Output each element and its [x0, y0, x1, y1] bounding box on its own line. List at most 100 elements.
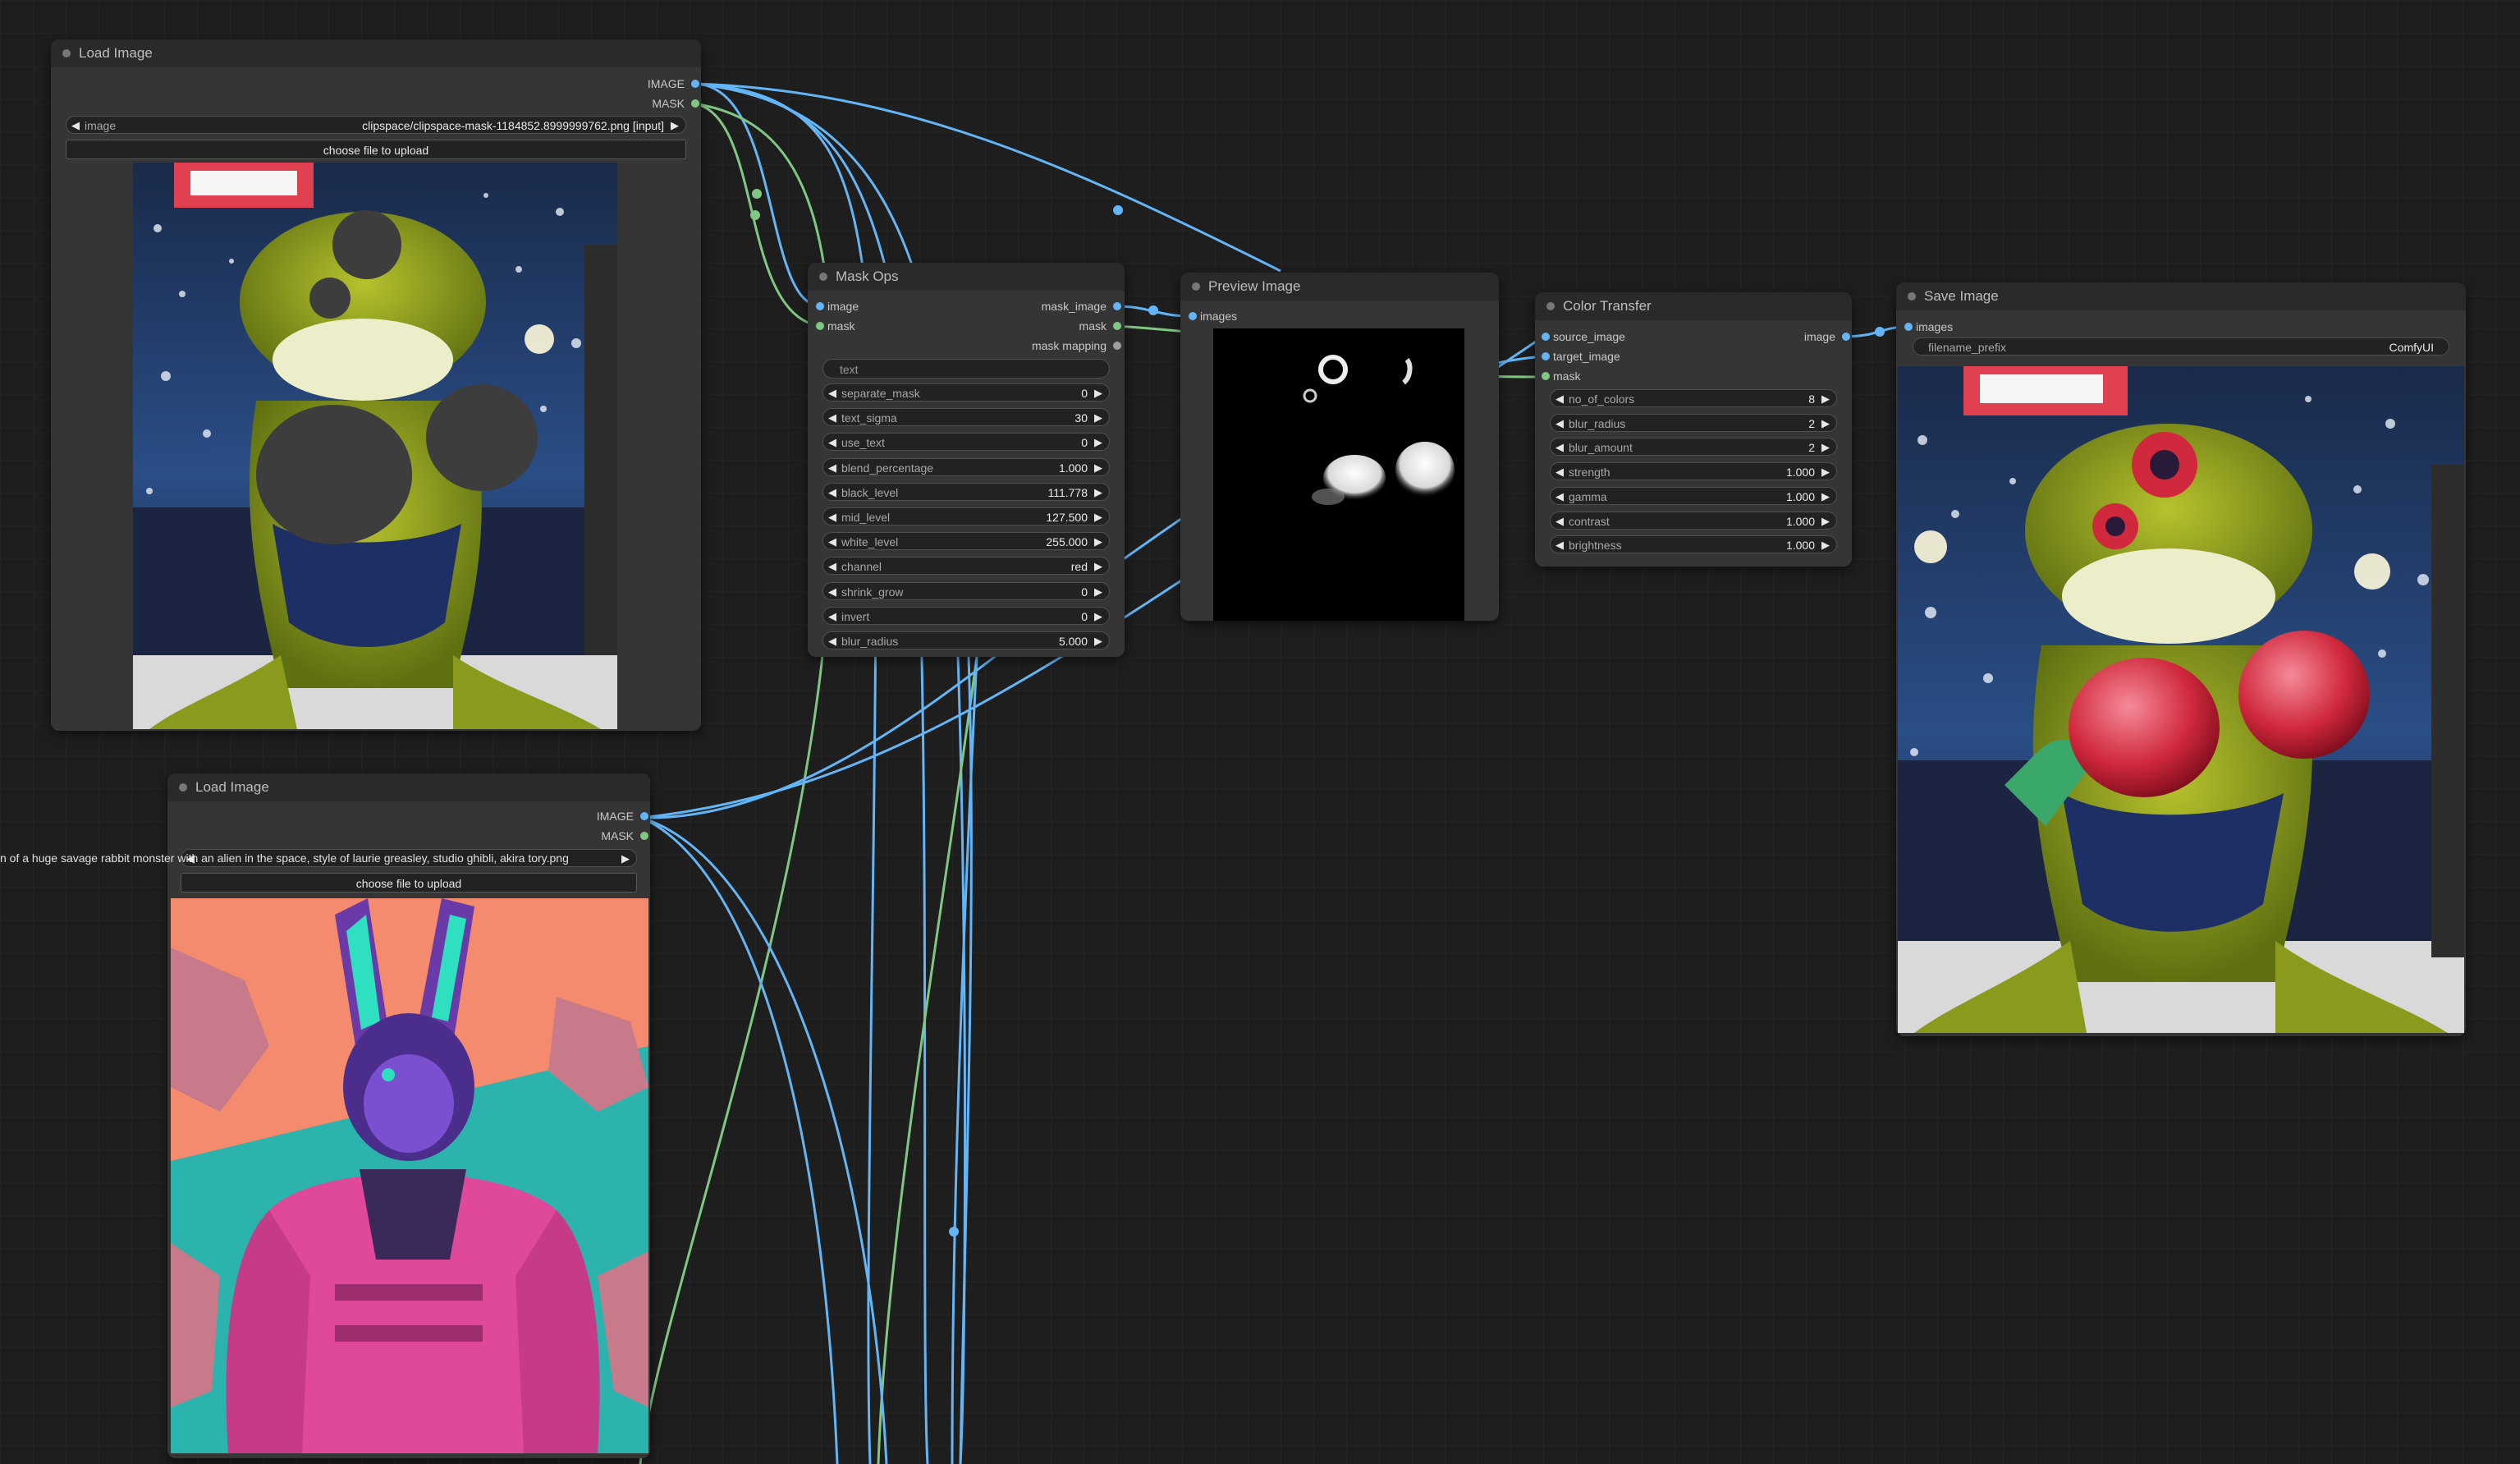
widget-contrast[interactable]: ◀ contrast 1.000 ▶ — [1550, 511, 1837, 530]
arrow-left-icon[interactable]: ◀ — [828, 409, 836, 427]
arrow-left-icon[interactable]: ◀ — [828, 459, 836, 477]
arrow-left-icon[interactable]: ◀ — [828, 508, 836, 526]
arrow-left-icon[interactable]: ◀ — [1556, 488, 1564, 506]
input-source-image-port[interactable] — [1542, 333, 1550, 341]
collapse-dot-icon[interactable] — [819, 273, 827, 281]
widget-channel[interactable]: ◀ channel red ▶ — [822, 557, 1110, 576]
input-images-port[interactable] — [1904, 323, 1913, 331]
widget-strength[interactable]: ◀ strength 1.000 ▶ — [1550, 462, 1837, 481]
node-header[interactable]: Preview Image — [1180, 273, 1499, 301]
arrow-left-icon[interactable]: ◀ — [828, 384, 836, 402]
widget-shrink-grow[interactable]: ◀ shrink_grow 0 ▶ — [822, 581, 1110, 601]
upload-button[interactable]: choose file to upload — [66, 140, 686, 159]
widget-mid-level[interactable]: ◀ mid_level 127.500 ▶ — [822, 507, 1110, 525]
output-image-label: image — [1803, 330, 1835, 343]
load-image-node-1[interactable]: Load Image IMAGE MASK ◀ image clipspace/… — [51, 39, 701, 731]
color-transfer-node[interactable]: Color Transfer source_image target_image… — [1535, 292, 1852, 567]
image-combo-widget[interactable]: ◀ image clipspace/clipspace-mask-1184852… — [66, 116, 686, 134]
arrow-right-icon[interactable]: ▶ — [1094, 384, 1102, 402]
arrow-right-icon[interactable]: ▶ — [1094, 508, 1102, 526]
output-image-port[interactable] — [640, 812, 648, 820]
output-image-port[interactable] — [691, 80, 699, 88]
input-images-port[interactable] — [1189, 312, 1197, 320]
node-header[interactable]: Load Image — [167, 773, 650, 801]
arrow-right-icon[interactable]: ▶ — [1821, 390, 1830, 408]
mask-ops-node[interactable]: Mask Ops image mask mask_image mask mask… — [808, 263, 1125, 657]
arrow-right-icon[interactable]: ▶ — [1821, 536, 1830, 554]
arrow-right-icon[interactable]: ▶ — [1094, 409, 1102, 427]
arrow-left-icon[interactable]: ◀ — [1556, 438, 1564, 457]
arrow-left-icon[interactable]: ◀ — [828, 484, 836, 502]
output-image-port[interactable] — [1842, 333, 1850, 341]
widget-blur-radius[interactable]: ◀ blur_radius 2 ▶ — [1550, 413, 1837, 433]
arrow-left-icon[interactable]: ◀ — [828, 434, 836, 452]
arrow-left-icon[interactable]: ◀ — [1556, 390, 1564, 408]
widget-use-text[interactable]: ◀ use_text 0 ▶ — [822, 433, 1110, 452]
widget-blur-radius[interactable]: ◀ blur_radius 5.000 ▶ — [822, 631, 1110, 649]
arrow-right-icon[interactable]: ▶ — [1094, 608, 1102, 626]
widget-separate-mask[interactable]: ◀ separate_mask 0 ▶ — [822, 383, 1110, 402]
arrow-right-icon[interactable]: ▶ — [1821, 512, 1830, 530]
widget-blur-amount[interactable]: ◀ blur_amount 2 ▶ — [1550, 438, 1837, 457]
output-mask-port[interactable] — [691, 99, 699, 108]
widget-no-of-colors[interactable]: ◀ no_of_colors 8 ▶ — [1550, 389, 1837, 407]
node-header[interactable]: Color Transfer — [1535, 292, 1852, 320]
arrow-right-icon[interactable]: ▶ — [1821, 488, 1830, 506]
arrow-right-icon[interactable]: ▶ — [1821, 415, 1830, 433]
widget-white-level[interactable]: ◀ white_level 255.000 ▶ — [822, 532, 1110, 551]
arrow-left-icon[interactable]: ◀ — [828, 608, 836, 626]
widget-text-sigma[interactable]: ◀ text_sigma 30 ▶ — [822, 408, 1110, 427]
output-mask-port[interactable] — [640, 832, 648, 840]
collapse-dot-icon[interactable] — [1546, 302, 1555, 310]
arrow-left-icon[interactable]: ◀ — [828, 632, 836, 650]
output-mask-image-port[interactable] — [1113, 302, 1121, 310]
arrow-left-icon[interactable]: ◀ — [828, 558, 836, 576]
output-mask-mapping-port[interactable] — [1113, 342, 1121, 350]
save-image-node[interactable]: Save Image images filename_prefix ComfyU… — [1896, 282, 2466, 1036]
arrow-right-icon[interactable]: ▶ — [1094, 434, 1102, 452]
widget-value: 1.000 — [1785, 489, 1815, 503]
node-header[interactable]: Save Image — [1896, 282, 2466, 310]
arrow-left-icon[interactable]: ◀ — [1556, 512, 1564, 530]
widget-blend-percentage[interactable]: ◀ blend_percentage 1.000 ▶ — [822, 457, 1110, 477]
arrow-right-icon[interactable]: ▶ — [671, 117, 679, 135]
collapse-dot-icon[interactable] — [1908, 292, 1916, 301]
collapse-dot-icon[interactable] — [62, 49, 71, 57]
arrow-right-icon[interactable]: ▶ — [1094, 484, 1102, 502]
input-target-image-port[interactable] — [1542, 352, 1550, 360]
arrow-left-icon[interactable]: ◀ — [1556, 536, 1564, 554]
rabbit-monster-preview — [171, 898, 648, 1453]
arrow-left-icon[interactable]: ◀ — [828, 583, 836, 601]
collapse-dot-icon[interactable] — [179, 783, 187, 792]
load-image-node-2[interactable]: Load Image IMAGE MASK ◀ ▶ choose file to… — [167, 773, 650, 1458]
widget-gamma[interactable]: ◀ gamma 1.000 ▶ — [1550, 486, 1837, 506]
collapse-dot-icon[interactable] — [1192, 282, 1200, 291]
input-images-label: images — [1916, 320, 1954, 333]
arrow-right-icon[interactable]: ▶ — [1821, 438, 1830, 457]
wire-load1-image-to-maskops — [693, 82, 820, 307]
widget-value: 111.778 — [1047, 485, 1088, 499]
arrow-right-icon[interactable]: ▶ — [1821, 463, 1830, 481]
upload-button[interactable]: choose file to upload — [181, 873, 637, 893]
arrow-right-icon[interactable]: ▶ — [1094, 558, 1102, 576]
preview-image-node[interactable]: Preview Image images — [1180, 273, 1499, 621]
arrow-left-icon[interactable]: ◀ — [1556, 415, 1564, 433]
arrow-right-icon[interactable]: ▶ — [1094, 583, 1102, 601]
arrow-left-icon[interactable]: ◀ — [71, 117, 80, 135]
widget-invert[interactable]: ◀ invert 0 ▶ — [822, 606, 1110, 626]
input-mask-port[interactable] — [1542, 372, 1550, 380]
text-input[interactable]: text — [822, 359, 1110, 379]
widget-brightness[interactable]: ◀ brightness 1.000 ▶ — [1550, 535, 1837, 554]
input-mask-port[interactable] — [816, 322, 824, 330]
node-header[interactable]: Load Image — [51, 39, 701, 67]
arrow-right-icon[interactable]: ▶ — [1094, 632, 1102, 650]
widget-black-level[interactable]: ◀ black_level 111.778 ▶ — [822, 482, 1110, 502]
arrow-left-icon[interactable]: ◀ — [828, 533, 836, 551]
output-mask-port[interactable] — [1113, 322, 1121, 330]
node-header[interactable]: Mask Ops — [808, 263, 1125, 291]
filename-prefix-widget[interactable]: filename_prefix ComfyUI — [1913, 337, 2449, 356]
arrow-right-icon[interactable]: ▶ — [1094, 459, 1102, 477]
arrow-right-icon[interactable]: ▶ — [1094, 533, 1102, 551]
input-image-port[interactable] — [816, 302, 824, 310]
arrow-left-icon[interactable]: ◀ — [1556, 463, 1564, 481]
